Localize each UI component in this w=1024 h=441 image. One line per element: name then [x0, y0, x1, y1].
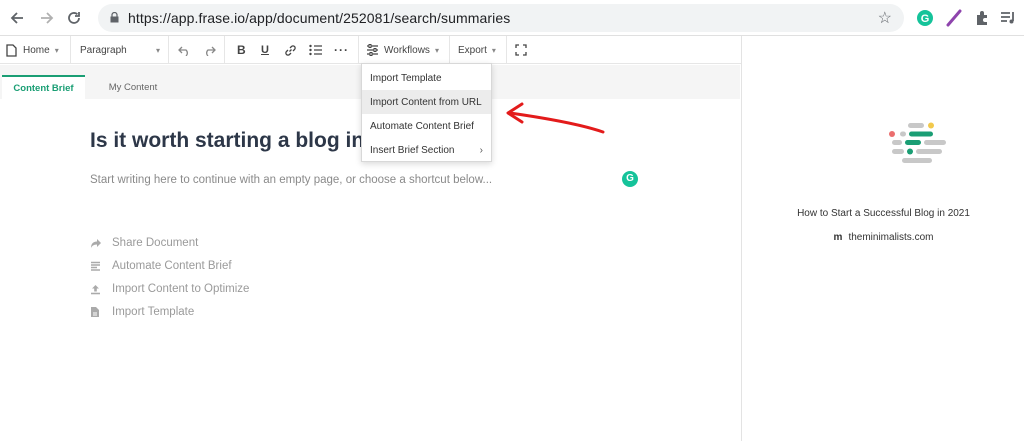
puzzle-icon[interactable]: [972, 8, 992, 28]
fullscreen-icon[interactable]: [515, 36, 527, 64]
shortcut-import-template[interactable]: Import Template: [90, 306, 194, 318]
toolbar-divider: [168, 36, 169, 64]
list-icon: [90, 261, 104, 271]
menu-item-import-template[interactable]: Import Template: [362, 66, 491, 90]
url-text: https://app.frase.io/app/document/252081…: [128, 10, 511, 26]
address-bar[interactable]: https://app.frase.io/app/document/252081…: [98, 4, 904, 32]
lock-icon: [110, 12, 119, 23]
export-label: Export: [458, 44, 487, 56]
grammarly-extension-icon[interactable]: G: [915, 8, 935, 28]
chevron-down-icon: ▾: [54, 45, 59, 55]
shortcut-label: Import Template: [112, 306, 195, 318]
toolbar-divider: [224, 36, 225, 64]
media-icon[interactable]: [998, 8, 1018, 28]
back-icon[interactable]: [8, 8, 28, 28]
source-title[interactable]: How to Start a Successful Blog in 2021: [742, 208, 1024, 219]
browser-bar: https://app.frase.io/app/document/252081…: [0, 0, 1024, 36]
paragraph-label: Paragraph: [80, 44, 127, 56]
forward-icon[interactable]: [36, 8, 56, 28]
undo-icon: [178, 46, 188, 56]
undo-button[interactable]: [178, 36, 191, 64]
shortcut-share-document[interactable]: Share Document: [90, 237, 198, 249]
toolbar-divider: [70, 36, 71, 64]
shortcut-label: Import Content to Optimize: [112, 283, 250, 295]
svg-text:G: G: [921, 13, 930, 25]
grammarly-inline-icon[interactable]: G: [622, 171, 638, 187]
annotation-arrow-icon: [506, 102, 605, 134]
redo-button[interactable]: [203, 36, 216, 64]
menu-item-automate-content-brief[interactable]: Automate Content Brief: [362, 114, 491, 138]
menu-item-import-content-from-url[interactable]: Import Content from URL: [362, 90, 491, 114]
shortcut-automate-content-brief[interactable]: Automate Content Brief: [90, 260, 232, 272]
paragraph-select[interactable]: Paragraph ▾: [80, 36, 160, 64]
underline-icon[interactable]: U: [261, 36, 269, 64]
menu-item-insert-brief-section[interactable]: Insert Brief Section ›: [362, 138, 491, 162]
menu-item-label: Insert Brief Section: [370, 144, 455, 156]
tab-my-content[interactable]: My Content: [93, 75, 173, 99]
shortcut-label: Automate Content Brief: [112, 260, 232, 272]
source-favicon-icon: m: [833, 232, 843, 243]
shortcut-import-content-to-optimize[interactable]: Import Content to Optimize: [90, 283, 249, 295]
chevron-down-icon: ▾: [491, 45, 496, 55]
bullet-list-icon[interactable]: [309, 36, 322, 64]
link-icon[interactable]: [284, 36, 297, 64]
editor-placeholder[interactable]: Start writing here to continue with an e…: [90, 174, 492, 186]
workflows-menu[interactable]: Workflows ▾: [366, 36, 439, 64]
export-menu[interactable]: Export ▾: [458, 36, 496, 64]
toolbar-divider: [358, 36, 359, 64]
star-icon[interactable]: ☆: [878, 8, 892, 28]
chevron-right-icon: ›: [479, 144, 483, 156]
share-icon: [90, 238, 104, 249]
redo-icon: [206, 46, 216, 56]
sliders-icon: [367, 44, 378, 56]
tab-content-brief[interactable]: Content Brief: [2, 75, 85, 99]
right-panel: How to Start a Successful Blog in 2021 m…: [741, 36, 1024, 441]
home-menu[interactable]: Home ▾: [6, 36, 59, 64]
editor-toolbar: Home ▾ Paragraph ▾ B U ··· Workflows ▾ E…: [0, 36, 742, 64]
source-domain-text: theminimalists.com: [848, 232, 934, 243]
upload-icon: [90, 284, 104, 295]
chevron-down-icon: ▾: [434, 45, 439, 55]
document-title[interactable]: Is it worth starting a blog in: [90, 129, 364, 153]
more-icon[interactable]: ···: [334, 36, 349, 64]
chevron-down-icon: ▾: [155, 45, 160, 55]
workflows-dropdown: Import Template Import Content from URL …: [361, 63, 492, 162]
toolbar-divider: [449, 36, 450, 64]
workflows-label: Workflows: [384, 44, 430, 56]
toolbar-divider: [506, 36, 507, 64]
frase-logo-icon: [888, 122, 948, 174]
document-icon: [6, 43, 17, 57]
shortcut-label: Share Document: [112, 237, 199, 249]
file-icon: [90, 306, 104, 318]
reload-icon[interactable]: [64, 8, 84, 28]
bold-icon[interactable]: B: [237, 36, 246, 64]
source-domain: m theminimalists.com: [742, 232, 1024, 243]
pen-extension-icon[interactable]: [944, 8, 964, 28]
home-label: Home: [23, 44, 50, 56]
